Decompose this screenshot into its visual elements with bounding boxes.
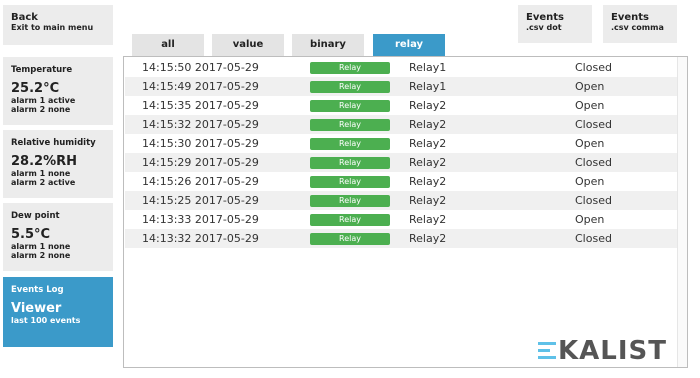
export-comma-title: Events	[611, 12, 649, 23]
alarm-1-status: alarm 1 none	[11, 169, 71, 178]
export-dot-subtitle: .csv dot	[526, 23, 562, 32]
sidebar-item-label: Events Log	[11, 285, 64, 295]
scrollbar[interactable]	[677, 57, 687, 367]
sidebar-item-dew-point[interactable]: Dew point 5.5°C alarm 1 none alarm 2 non…	[3, 203, 113, 271]
event-source: Relay2	[409, 175, 447, 188]
alarm-2-status: alarm 2 none	[11, 251, 71, 260]
kalist-logo: KALIST	[538, 336, 683, 366]
event-state: Closed	[575, 232, 612, 245]
event-time: 14:15:50 2017-05-29	[142, 61, 259, 74]
event-time: 14:13:33 2017-05-29	[142, 213, 259, 226]
event-time: 14:15:25 2017-05-29	[142, 194, 259, 207]
export-csv-comma-button[interactable]: Events .csv comma	[603, 5, 677, 43]
event-time: 14:15:29 2017-05-29	[142, 156, 259, 169]
event-state: Open	[575, 99, 605, 112]
sidebar-item-value: 5.5°C	[11, 227, 51, 242]
tab-all[interactable]: all	[132, 34, 204, 56]
logo-text: KALIST	[558, 336, 667, 366]
tab-relay[interactable]: relay	[373, 34, 445, 56]
event-state: Closed	[575, 118, 612, 131]
event-type-badge: Relay	[310, 119, 390, 131]
event-state: Open	[575, 137, 605, 150]
event-row: 14:15:26 2017-05-29 Relay Relay2 Open	[125, 172, 679, 191]
event-row: 14:15:35 2017-05-29 Relay Relay2 Open	[125, 96, 679, 115]
event-row: 14:15:25 2017-05-29 Relay Relay2 Closed	[125, 191, 679, 210]
tab-binary[interactable]: binary	[292, 34, 364, 56]
event-type-badge: Relay	[310, 157, 390, 169]
export-comma-subtitle: .csv comma	[611, 23, 664, 32]
sidebar-item-label: Relative humidity	[11, 138, 96, 148]
event-source: Relay2	[409, 99, 447, 112]
sidebar-item-humidity[interactable]: Relative humidity 28.2%RH alarm 1 none a…	[3, 130, 113, 198]
tab-value[interactable]: value	[212, 34, 284, 56]
event-type-badge: Relay	[310, 176, 390, 188]
sidebar-item-label: Temperature	[11, 65, 73, 75]
sidebar-item-value: Viewer	[11, 301, 62, 316]
logo-mark-icon	[538, 342, 560, 360]
event-type-badge: Relay	[310, 214, 390, 226]
alarm-2-status: alarm 2 none	[11, 105, 71, 114]
alarm-2-status: alarm 2 active	[11, 178, 76, 187]
export-csv-dot-button[interactable]: Events .csv dot	[518, 5, 592, 43]
event-time: 14:15:49 2017-05-29	[142, 80, 259, 93]
sidebar-item-value: 28.2%RH	[11, 154, 77, 169]
event-source: Relay2	[409, 137, 447, 150]
back-subtitle: Exit to main menu	[11, 23, 94, 32]
event-source: Relay1	[409, 61, 447, 74]
alarm-1-status: alarm 1 active	[11, 96, 76, 105]
event-time: 14:15:26 2017-05-29	[142, 175, 259, 188]
sidebar-item-events-log[interactable]: Events Log Viewer last 100 events	[3, 277, 113, 347]
event-type-badge: Relay	[310, 81, 390, 93]
event-state: Open	[575, 80, 605, 93]
back-title: Back	[11, 12, 38, 23]
event-time: 14:13:32 2017-05-29	[142, 232, 259, 245]
event-source: Relay2	[409, 118, 447, 131]
events-count-label: last 100 events	[11, 316, 81, 325]
event-state: Closed	[575, 61, 612, 74]
export-dot-title: Events	[526, 12, 564, 23]
event-type-badge: Relay	[310, 100, 390, 112]
event-type-badge: Relay	[310, 233, 390, 245]
sidebar-item-value: 25.2°C	[11, 81, 60, 96]
event-source: Relay1	[409, 80, 447, 93]
event-row: 14:13:33 2017-05-29 Relay Relay2 Open	[125, 210, 679, 229]
event-row: 14:15:29 2017-05-29 Relay Relay2 Closed	[125, 153, 679, 172]
event-row: 14:13:32 2017-05-29 Relay Relay2 Closed	[125, 229, 679, 248]
sidebar-item-temperature[interactable]: Temperature 25.2°C alarm 1 active alarm …	[3, 57, 113, 125]
event-source: Relay2	[409, 232, 447, 245]
event-source: Relay2	[409, 194, 447, 207]
event-time: 14:15:35 2017-05-29	[142, 99, 259, 112]
event-row: 14:15:50 2017-05-29 Relay Relay1 Closed	[125, 58, 679, 77]
event-state: Closed	[575, 156, 612, 169]
event-type-badge: Relay	[310, 195, 390, 207]
event-state: Open	[575, 175, 605, 188]
event-source: Relay2	[409, 213, 447, 226]
event-row: 14:15:30 2017-05-29 Relay Relay2 Open	[125, 134, 679, 153]
back-button[interactable]: Back Exit to main menu	[3, 5, 113, 45]
event-state: Closed	[575, 194, 612, 207]
sidebar-item-label: Dew point	[11, 211, 60, 221]
event-row: 14:15:49 2017-05-29 Relay Relay1 Open	[125, 77, 679, 96]
event-row: 14:15:32 2017-05-29 Relay Relay2 Closed	[125, 115, 679, 134]
event-state: Open	[575, 213, 605, 226]
event-type-badge: Relay	[310, 62, 390, 74]
event-time: 14:15:30 2017-05-29	[142, 137, 259, 150]
alarm-1-status: alarm 1 none	[11, 242, 71, 251]
event-source: Relay2	[409, 156, 447, 169]
events-list: 14:15:50 2017-05-29 Relay Relay1 Closed 14:1…	[123, 56, 688, 368]
event-type-badge: Relay	[310, 138, 390, 150]
event-time: 14:15:32 2017-05-29	[142, 118, 259, 131]
